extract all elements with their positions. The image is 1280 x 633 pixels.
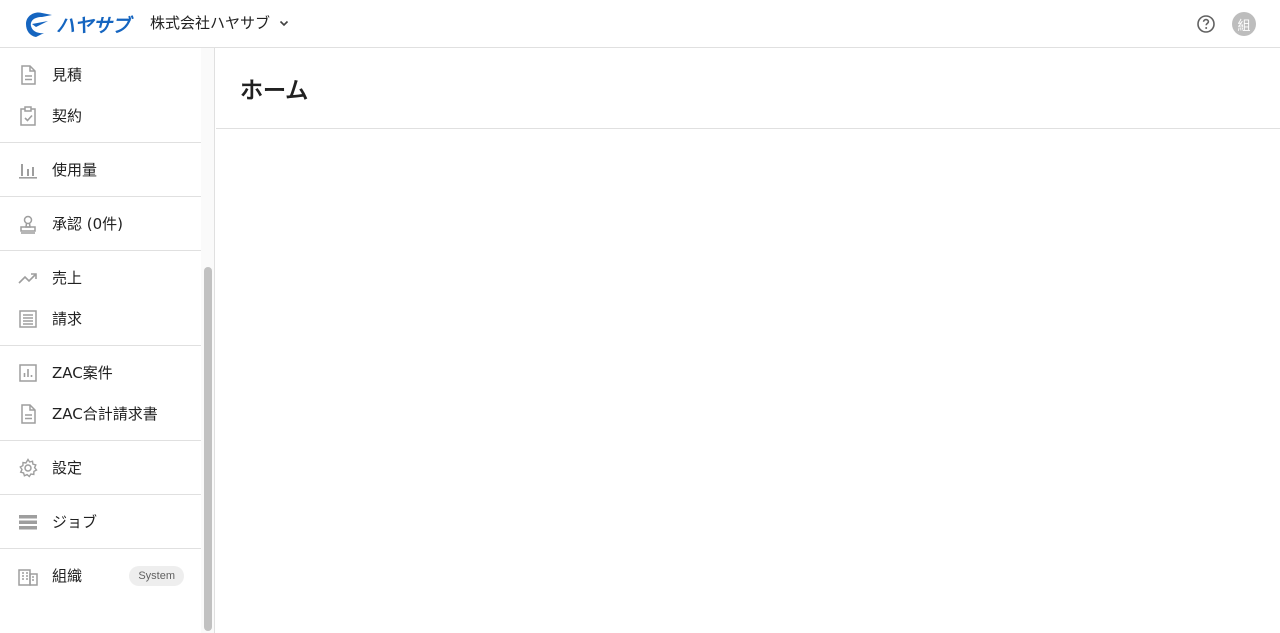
org-name: 株式会社ハヤサブ — [150, 14, 271, 32]
trending-up-icon — [17, 267, 39, 289]
nav-group-approval: 承認 (0件) — [0, 197, 201, 251]
app-header: ハヤサブ 株式会社ハヤサブ 組 — [0, 0, 1280, 48]
sidebar-item-label: 組織 — [52, 567, 83, 585]
server-icon — [17, 511, 39, 533]
sidebar-item-estimates[interactable]: 見積 — [0, 54, 201, 95]
sidebar-scrollbar[interactable] — [201, 48, 215, 633]
sidebar-item-label: 設定 — [52, 459, 83, 477]
avatar[interactable]: 組 — [1232, 12, 1256, 36]
clipboard-check-icon — [17, 105, 39, 127]
sidebar-item-label: ジョブ — [52, 513, 98, 531]
sidebar-item-revenue[interactable]: 売上 — [0, 257, 201, 298]
sidebar-item-label: 売上 — [52, 269, 83, 287]
page-title-bar: ホーム — [216, 48, 1280, 129]
nav-group-revenue: 売上 請求 — [0, 251, 201, 346]
sidebar-item-label: 契約 — [52, 107, 83, 125]
sidebar-item-usage[interactable]: 使用量 — [0, 149, 201, 190]
sidebar-item-settings[interactable]: 設定 — [0, 447, 201, 488]
nav-group-zac: ZAC案件 ZAC合計請求書 — [0, 346, 201, 441]
document-icon — [17, 64, 39, 86]
sidebar-item-zac-invoices[interactable]: ZAC合計請求書 — [0, 393, 201, 434]
logo-text: ハヤサブ — [56, 14, 131, 37]
sidebar-item-contracts[interactable]: 契約 — [0, 95, 201, 136]
sidebar-item-label: 請求 — [52, 310, 83, 328]
nav-group-sales: 見積 契約 — [0, 48, 201, 143]
nav-group-jobs: ジョブ — [0, 495, 201, 549]
sidebar-scrollbar-thumb[interactable] — [204, 267, 212, 631]
sidebar-item-invoices[interactable]: 請求 — [0, 298, 201, 339]
gear-icon — [17, 457, 39, 479]
bar-chart-icon — [17, 159, 39, 181]
nav-group-settings: 設定 — [0, 441, 201, 495]
sidebar-item-label: 使用量 — [52, 161, 98, 179]
org-switcher[interactable]: 株式会社ハヤサブ — [150, 12, 290, 33]
document-icon — [17, 403, 39, 425]
nav-group-usage: 使用量 — [0, 143, 201, 197]
sidebar-item-zac-projects[interactable]: ZAC案件 — [0, 352, 201, 393]
system-badge: System — [129, 565, 184, 586]
list-document-icon — [17, 308, 39, 330]
sidebar-item-jobs[interactable]: ジョブ — [0, 501, 201, 542]
falcon-logo-icon — [26, 12, 52, 37]
chevron-down-icon — [279, 20, 289, 26]
sidebar-item-approvals[interactable]: 承認 (0件) — [0, 203, 201, 244]
main-content: ホーム — [216, 48, 1280, 633]
help-icon[interactable] — [1196, 14, 1216, 34]
sidebar-item-label: ZAC合計請求書 — [52, 405, 158, 423]
page-title: ホーム — [240, 78, 309, 104]
nav-group-organization: 組織 System — [0, 549, 201, 602]
chart-box-icon — [17, 362, 39, 384]
stamp-icon — [17, 213, 39, 235]
building-icon — [17, 565, 39, 587]
sidebar: 見積 契約 使用量 承認 (0件) 売上 請求 ZAC案件 ZAC合計請求書 設… — [0, 48, 201, 633]
app-logo[interactable]: ハヤサブ — [22, 9, 131, 39]
sidebar-item-label: ZAC案件 — [52, 364, 113, 382]
sidebar-item-label: 承認 (0件) — [52, 215, 124, 233]
sidebar-item-label: 見積 — [52, 66, 83, 84]
sidebar-item-organization[interactable]: 組織 System — [0, 555, 201, 596]
